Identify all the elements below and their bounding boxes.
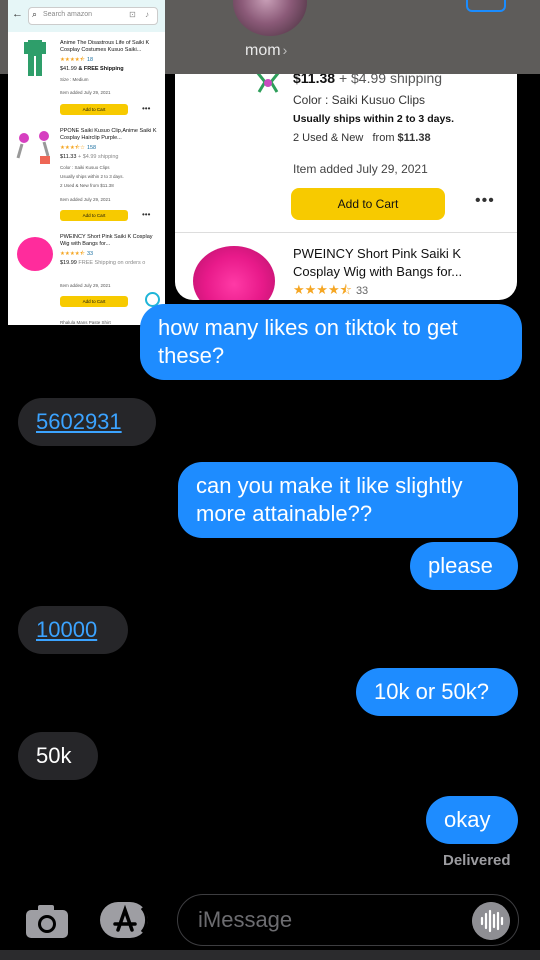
amazon-item-used: 2 Used & New from $11.38 [60,183,114,188]
amazon-add-to-cart-button: Add to Cart [60,104,128,115]
attachment-item-added: Item added July 29, 2021 [293,162,428,176]
amazon-item-title: Anime The Disastrous Life of Saiki K Cos… [60,40,150,53]
attachment-price: $11.38 + $4.99 shipping [293,74,443,86]
image-attachment[interactable]: $11.38 + $4.99 shipping Color : Saiki Ku… [175,74,517,300]
amazon-item-rating: ★★★★⯪ 33 [60,251,94,257]
message-bubble-outgoing[interactable]: can you make it like slightly more attai… [178,462,518,538]
amazon-cart-screenshot: ← ⌕ Search amazon ⊡ ♪ Anime The Disastro… [8,0,165,325]
search-icon: ⌕ [32,9,38,19]
amazon-item-title: PWEINCY Short Pink Saiki K Cosplay Wig w… [60,234,153,247]
pink-wig-image [193,246,275,300]
camera-scan-icon: ⊡ [129,10,136,19]
message-bubble-outgoing[interactable]: please [410,542,518,590]
imessage-input[interactable]: iMessage [177,894,519,946]
chevron-right-icon: › [282,42,288,58]
amazon-item-added: Item added July 29, 2021 [60,197,111,202]
contact-name: mom [245,42,281,59]
microphone-icon: ♪ [145,10,149,19]
amazon-item-price: $11.33 + $4.99 shipping [60,154,119,160]
attachment-ship-time: Usually ships within 2 to 3 days. [293,113,455,125]
amazon-add-to-cart-button: Add to Cart [60,210,128,221]
back-arrow-icon: ← [12,8,23,20]
attachment-title-2: PWEINCY Short Pink Saiki K Cosplay Wig w… [293,246,463,279]
attachment-used-new: 2 Used & New from $11.38 [293,132,431,144]
amazon-item-size: Size : Medium [60,77,89,82]
amazon-search-bar: ← ⌕ Search amazon ⊡ ♪ [8,0,165,32]
app-store-icon[interactable] [98,900,152,940]
amazon-item-price: $41.99 & FREE Shipping [60,66,124,72]
message-bubble-outgoing[interactable]: okay [426,796,518,844]
camera-icon[interactable] [24,900,70,940]
phone-number-link[interactable]: 5602931 [36,409,122,434]
amazon-item-added: Item added July 29, 2021 [60,90,111,95]
amazon-next-item: Rhalula Mans Paste Shirt [60,320,111,325]
imessage-placeholder: iMessage [198,907,293,932]
amazon-item-title: PPONE Saiki Kusuo Clip,Anime Saiki K Cos… [60,128,157,141]
amazon-item-added: Item added July 29, 2021 [60,283,111,288]
hairclip-thumbnail [256,74,280,93]
pink-wig-thumbnail [17,237,53,271]
amazon-item-price: $19.99 FREE Shipping on orders o [60,260,146,266]
amazon-item-rating: ★★★⯪☆ 158 [60,145,97,151]
attachment-rating-2: ★★★★⯪ 33 [293,282,369,297]
audio-waveform-icon[interactable] [472,902,510,940]
message-bubble-incoming[interactable]: 10000 [18,606,128,654]
more-options-icon: ••• [475,192,495,209]
costume-thumbnail [24,40,46,76]
facetime-video-icon[interactable] [466,0,506,12]
contact-name-button[interactable]: mom › [245,42,287,60]
attachment-color: Color : Saiki Kusuo Clips [293,93,426,107]
amazon-item-ship-time: Usually ships within 2 to 3 days. [60,174,124,179]
divider [175,232,517,233]
more-options-icon: ••• [142,210,151,219]
amazon-item-rating: ★★★★⯪ 18 [60,57,94,63]
message-bubble-incoming[interactable]: 5602931 [18,398,156,446]
amazon-item-color: Color : Saiki Kusuo Clips [60,165,110,170]
more-options-icon: ••• [142,104,151,113]
amazon-add-to-cart-button: Add to Cart [60,296,128,307]
message-bubble-outgoing[interactable]: how many likes on tiktok to get these? [140,304,522,380]
message-bubble-incoming[interactable]: 50k [18,732,98,780]
delivered-status: Delivered [443,852,511,869]
contact-avatar[interactable] [233,0,307,36]
bottom-bar [0,950,540,960]
add-to-cart-button: Add to Cart [291,188,445,220]
message-bubble-outgoing[interactable]: 10k or 50k? [356,668,518,716]
amazon-search-input: ⌕ Search amazon ⊡ ♪ [28,7,158,25]
number-link[interactable]: 10000 [36,617,97,642]
hairclip-thumbnail [16,131,50,164]
